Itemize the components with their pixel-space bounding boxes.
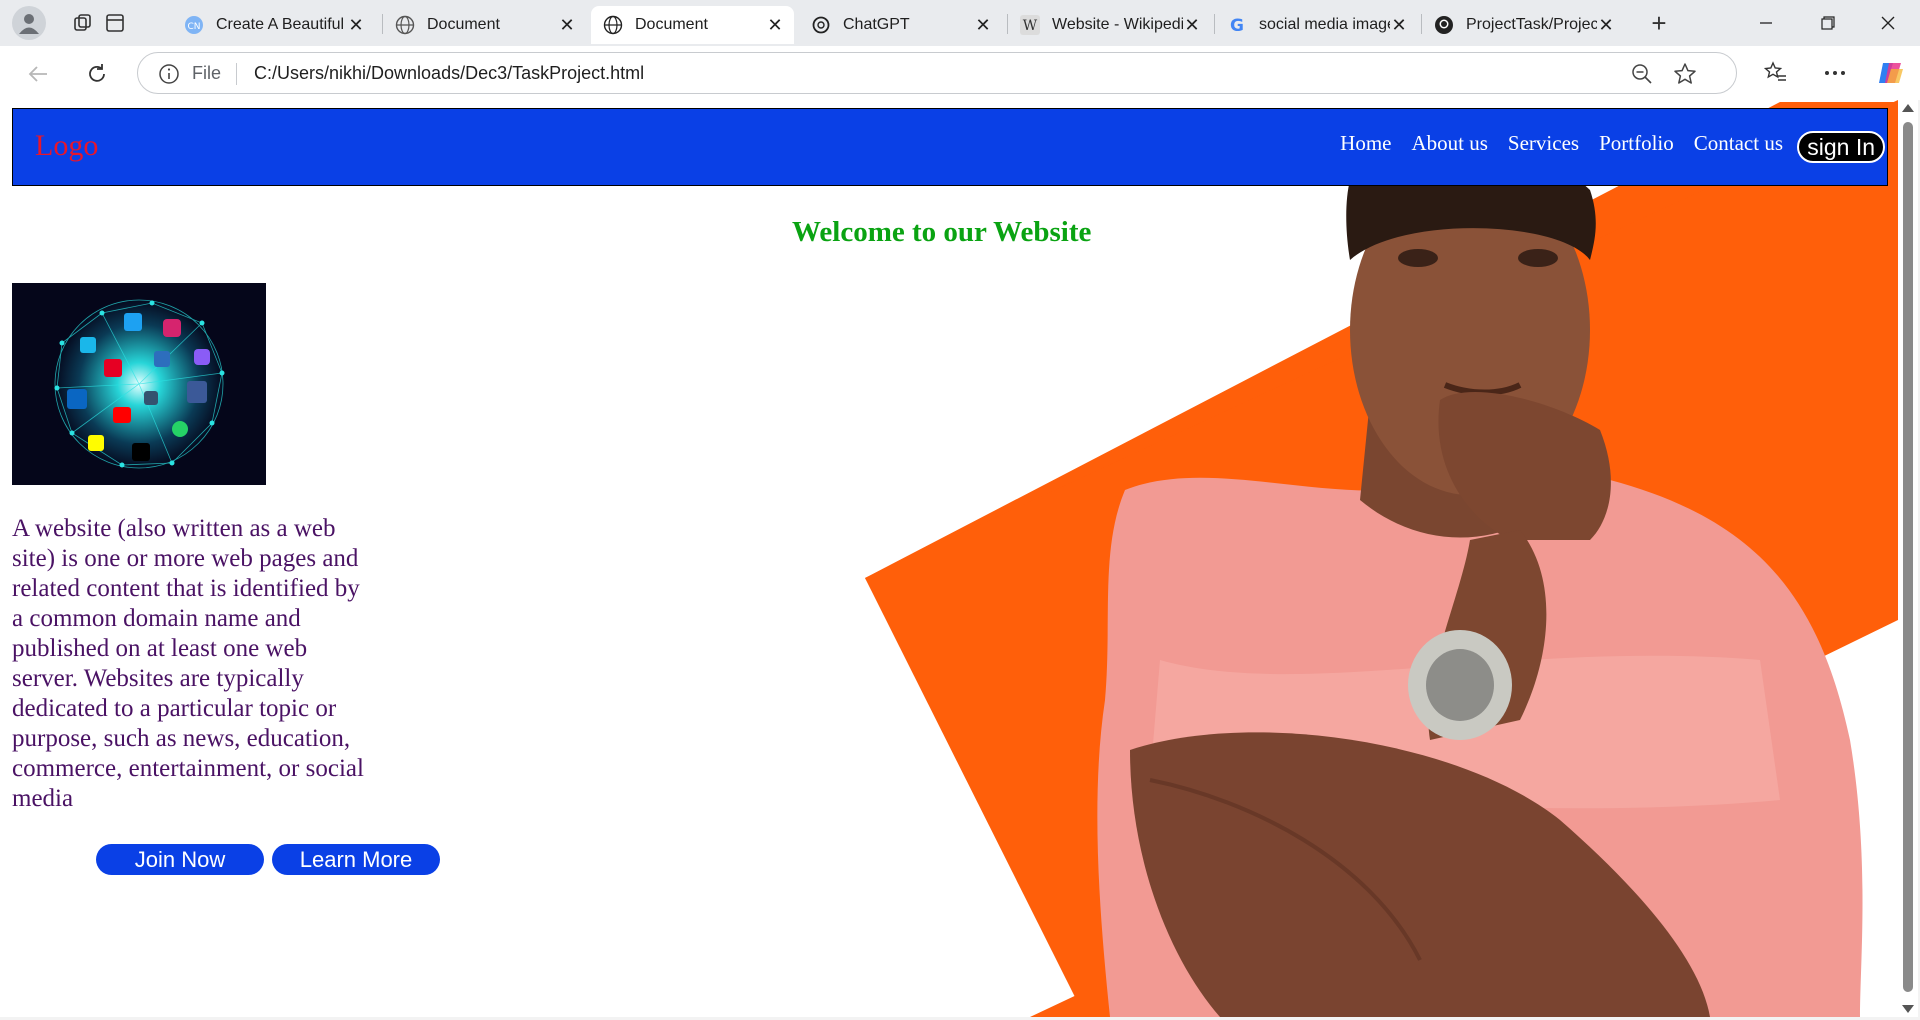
info-icon[interactable] [158,63,180,90]
zoom-out-icon[interactable] [1631,63,1653,90]
tab-title: ChatGPT [843,16,910,33]
scrollbar-thumb[interactable] [1903,122,1913,992]
svg-text:CN: CN [187,22,200,32]
globe-icon [603,15,623,35]
scroll-down-icon[interactable] [1902,1005,1914,1013]
close-icon[interactable]: ✕ [766,16,784,34]
intro-paragraph: A website (also written as a web site) i… [12,515,364,812]
site-logo[interactable]: Logo [35,129,98,163]
svg-text:G: G [1230,16,1244,35]
browser-tabstrip: CN Create A Beautiful ✕ Document ✕ Docum… [0,0,1920,46]
close-icon[interactable]: ✕ [1597,16,1615,34]
nav-contact-us[interactable]: Contact us [1694,131,1783,156]
close-icon[interactable]: ✕ [558,16,576,34]
favorites-list-icon[interactable] [1761,58,1791,88]
svg-text:W: W [1023,18,1038,34]
nav-about-us[interactable]: About us [1411,131,1487,156]
globe-icon [395,15,415,35]
social-media-image [12,283,266,485]
url-text[interactable]: C:/Users/nikhi/Downloads/Dec3/TaskProjec… [254,63,644,84]
copilot-icon[interactable] [1876,58,1906,88]
tab-title: Document [635,16,708,33]
new-tab-button[interactable]: + [1643,8,1675,40]
site-header: Logo Home About us Services Portfolio Co… [12,108,1888,186]
welcome-heading: Welcome to our Website [792,216,1092,248]
nav-services[interactable]: Services [1508,131,1579,156]
join-now-button[interactable]: Join Now [96,844,264,875]
tab-wikipedia[interactable]: W Website - Wikipedia ✕ [1008,6,1211,44]
more-options-icon[interactable] [1820,58,1850,88]
tab-title: ProjectTask/Project [1466,16,1597,33]
tab-create-a-beautiful[interactable]: CN Create A Beautiful ✕ [172,6,375,44]
back-icon[interactable] [20,56,56,92]
close-window-icon[interactable] [1866,8,1910,38]
tab-title: Document [427,16,500,33]
tab-title: social media image [1259,16,1390,33]
close-icon[interactable]: ✕ [1183,16,1201,34]
minimize-icon[interactable] [1744,8,1788,38]
vertical-tabs-icon[interactable] [100,8,130,38]
ai-icon: CN [184,15,204,35]
sign-in-button[interactable]: sign In [1797,131,1885,163]
refresh-icon[interactable] [79,56,115,92]
nav-home[interactable]: Home [1340,131,1391,156]
nav-portfolio[interactable]: Portfolio [1599,131,1674,156]
close-icon[interactable]: ✕ [974,16,992,34]
close-icon[interactable]: ✕ [1390,16,1408,34]
favorite-star-icon[interactable] [1673,62,1697,91]
url-scheme-label: File [192,63,222,83]
tab-google-search[interactable]: G social media image ✕ [1215,6,1418,44]
page-scrollbar[interactable] [1898,100,1918,1017]
wikipedia-icon: W [1020,15,1040,35]
tab-chatgpt[interactable]: ChatGPT ✕ [799,6,1002,44]
tab-document-1[interactable]: Document ✕ [383,6,586,44]
profile-avatar-icon[interactable] [12,6,46,40]
restore-icon[interactable] [1806,8,1850,38]
close-icon[interactable]: ✕ [347,16,365,34]
page-viewport: Logo Home About us Services Portfolio Co… [0,100,1898,1017]
workspaces-icon[interactable] [68,8,98,38]
main-nav: Home About us Services Portfolio Contact… [1340,131,1783,156]
github-icon [1434,15,1454,35]
address-bar[interactable]: File C:/Users/nikhi/Downloads/Dec3/TaskP… [137,52,1737,94]
learn-more-button[interactable]: Learn More [272,844,440,875]
tab-title: Website - Wikipedia [1052,16,1183,33]
tab-github[interactable]: ProjectTask/Project ✕ [1422,6,1625,44]
google-icon: G [1227,15,1247,35]
browser-toolbar: File C:/Users/nikhi/Downloads/Dec3/TaskP… [0,46,1920,100]
chatgpt-icon [811,15,831,35]
tab-title: Create A Beautiful [216,16,345,33]
scroll-up-icon[interactable] [1902,104,1914,112]
tab-document-active[interactable]: Document ✕ [591,6,794,44]
